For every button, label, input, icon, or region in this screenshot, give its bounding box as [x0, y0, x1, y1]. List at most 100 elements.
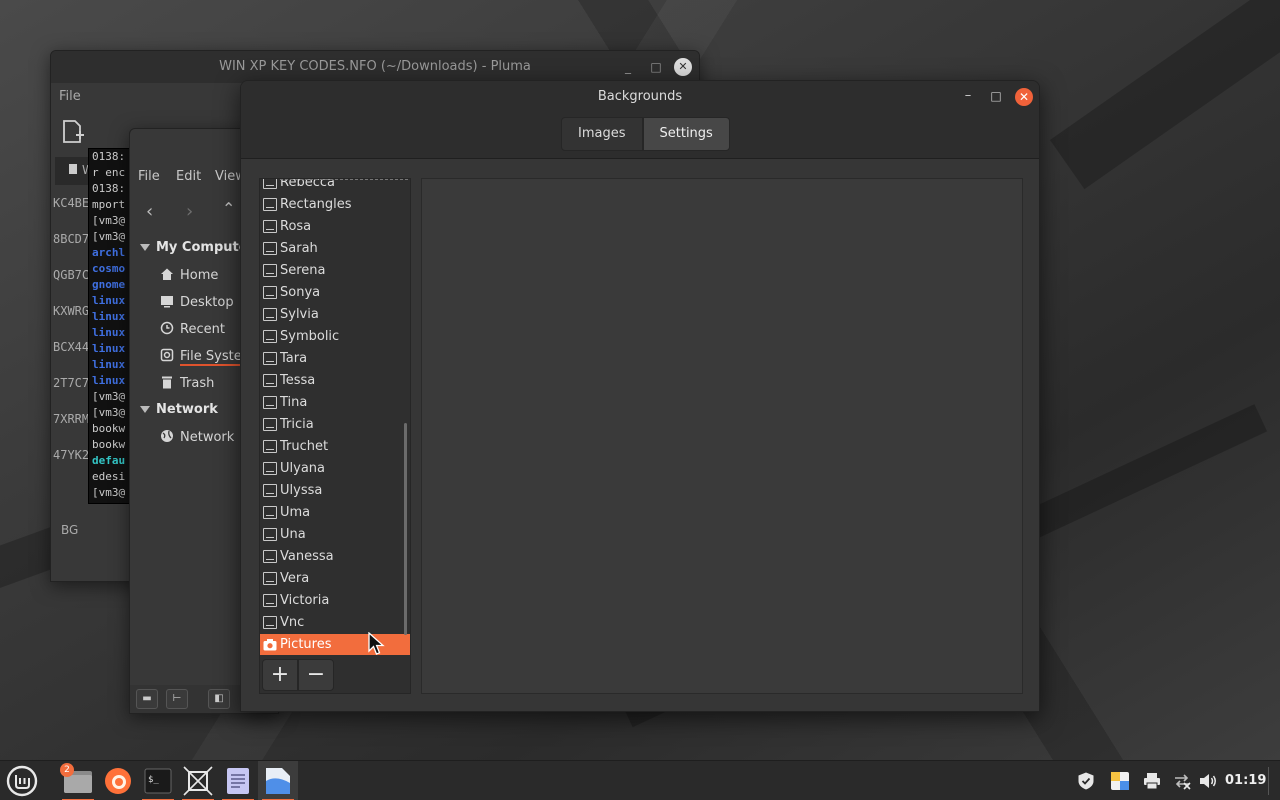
folder-row[interactable]: Vera [260, 568, 410, 590]
monitor-icon [263, 242, 277, 255]
pluma-menu-file[interactable]: File [59, 89, 81, 104]
image-preview-area[interactable] [421, 178, 1023, 694]
hide-sidebar-icon[interactable]: ◧ [208, 689, 230, 709]
folder-row-label: Ulyana [280, 461, 325, 476]
files-launcher[interactable]: 2 [58, 761, 98, 800]
section-my-computer[interactable]: My Computer [140, 240, 254, 255]
folder-list-scrollbar[interactable] [404, 423, 407, 635]
folder-row[interactable]: Vnc [260, 612, 410, 634]
backgrounds-window[interactable]: Backgrounds – □ ✕ Images Settings Rebecc… [240, 80, 1040, 712]
close-icon[interactable]: ✕ [1015, 88, 1033, 106]
place-home[interactable]: Home [160, 267, 218, 283]
folder-row-label: Tricia [280, 417, 314, 432]
firefox-launcher[interactable] [98, 761, 138, 800]
notification-badge: 2 [60, 763, 74, 777]
terminal-launcher[interactable]: $_ [138, 761, 178, 800]
folder-row-label: Una [280, 527, 306, 542]
backgrounds-launcher[interactable] [258, 761, 298, 800]
update-manager-icon[interactable] [1110, 771, 1130, 791]
minimize-icon[interactable]: – [959, 87, 977, 105]
volume-icon[interactable] [1198, 771, 1218, 791]
folder-row-label: Sylvia [280, 307, 319, 322]
folder-row[interactable]: Rebecca [260, 179, 410, 194]
folder-row-label: Truchet [280, 439, 329, 454]
folder-row[interactable]: Sarah [260, 238, 410, 260]
globe-icon [161, 430, 173, 442]
folder-list[interactable]: Rebecca Rectangles Rosa Sarah Serena Sonya Syl… [260, 179, 410, 656]
text-editor-launcher[interactable] [218, 761, 258, 800]
maximize-icon[interactable]: □ [987, 87, 1005, 105]
section-network[interactable]: Network [140, 402, 218, 417]
folder-row-label: Sarah [280, 241, 318, 256]
place-network[interactable]: Network [160, 429, 234, 445]
list-edge-separator [280, 179, 408, 180]
folder-row[interactable]: Uma [260, 502, 410, 524]
folder-list-panel[interactable]: Rebecca Rectangles Rosa Sarah Serena Sonya Syl… [259, 178, 411, 694]
pluma-minimize-icon[interactable]: _ [619, 58, 637, 76]
folder-row[interactable]: Serena [260, 260, 410, 282]
forward-icon[interactable]: › [186, 201, 193, 222]
printer-icon[interactable] [1142, 771, 1162, 791]
pluma-close-icon[interactable]: ✕ [674, 58, 692, 76]
drive-icon [160, 348, 174, 362]
folder-row-label: Tessa [280, 373, 316, 388]
folder-row[interactable]: Truchet [260, 436, 410, 458]
tab-images[interactable]: Images [561, 117, 643, 151]
nemo-menu-file[interactable]: File [138, 169, 160, 184]
stack-switcher: Images Settings [561, 117, 730, 151]
show-tree-icon[interactable]: ⊢ [166, 689, 188, 709]
nemo-menu-edit[interactable]: Edit [176, 169, 201, 184]
taskbar-panel: 2 $_ 01:19 [0, 760, 1280, 800]
up-icon[interactable]: ⌃ [222, 199, 235, 218]
folder-row-label: Vanessa [280, 549, 334, 564]
folder-row[interactable]: Tara [260, 348, 410, 370]
folder-row-label: Rosa [280, 219, 312, 234]
monitor-icon [263, 352, 277, 365]
folder-row[interactable]: Rosa [260, 216, 410, 238]
expander-icon [140, 406, 150, 413]
desktop-icon [161, 296, 173, 308]
place-desktop[interactable]: Desktop [160, 294, 234, 310]
folder-row[interactable]: Vanessa [260, 546, 410, 568]
pluma-titlebar[interactable]: WIN XP KEY CODES.NFO (~/Downloads) - Plu… [51, 51, 699, 83]
show-places-icon[interactable]: ▬ [136, 689, 158, 709]
folder-row[interactable]: Sonya [260, 282, 410, 304]
folder-row[interactable]: Una [260, 524, 410, 546]
menu-button[interactable] [2, 761, 42, 800]
monitor-icon [263, 264, 277, 277]
folder-row[interactable]: Rectangles [260, 194, 410, 216]
monitor-icon [263, 308, 277, 321]
folder-row[interactable]: Ulyana [260, 458, 410, 480]
monitor-icon [263, 418, 277, 431]
place-trash[interactable]: Trash [160, 375, 214, 391]
folder-row[interactable]: Tessa [260, 370, 410, 392]
place-desktop-label: Desktop [180, 295, 234, 310]
folder-row-label: Pictures [280, 637, 332, 652]
monitor-icon [263, 220, 277, 233]
shield-check-icon[interactable] [1076, 771, 1096, 791]
add-folder-button[interactable]: + [262, 659, 298, 691]
monitor-icon [263, 594, 277, 607]
monitor-icon [263, 396, 277, 409]
screenshot-launcher[interactable] [178, 761, 218, 800]
place-recent[interactable]: Recent [160, 321, 225, 337]
folder-row-label: Victoria [280, 593, 330, 608]
place-network-label: Network [180, 430, 235, 445]
folder-row-label: Vnc [280, 615, 305, 630]
new-document-icon[interactable] [61, 119, 85, 145]
back-icon[interactable]: ‹ [146, 201, 153, 222]
network-disconnected-icon[interactable] [1172, 771, 1192, 791]
tab-settings[interactable]: Settings [642, 117, 730, 151]
backgrounds-headerbar[interactable]: Backgrounds – □ ✕ Images Settings [241, 81, 1039, 159]
folder-row[interactable]: Symbolic [260, 326, 410, 348]
folder-row[interactable]: Tricia [260, 414, 410, 436]
folder-row-selected[interactable]: Pictures [260, 634, 410, 656]
pluma-maximize-icon[interactable]: □ [647, 58, 665, 76]
folder-row[interactable]: Ulyssa [260, 480, 410, 502]
folder-row[interactable]: Sylvia [260, 304, 410, 326]
monitor-icon [263, 528, 277, 541]
folder-row[interactable]: Victoria [260, 590, 410, 612]
remove-folder-button[interactable]: − [298, 659, 334, 691]
folder-row[interactable]: Tina [260, 392, 410, 414]
panel-clock[interactable]: 01:19 [1225, 773, 1266, 788]
